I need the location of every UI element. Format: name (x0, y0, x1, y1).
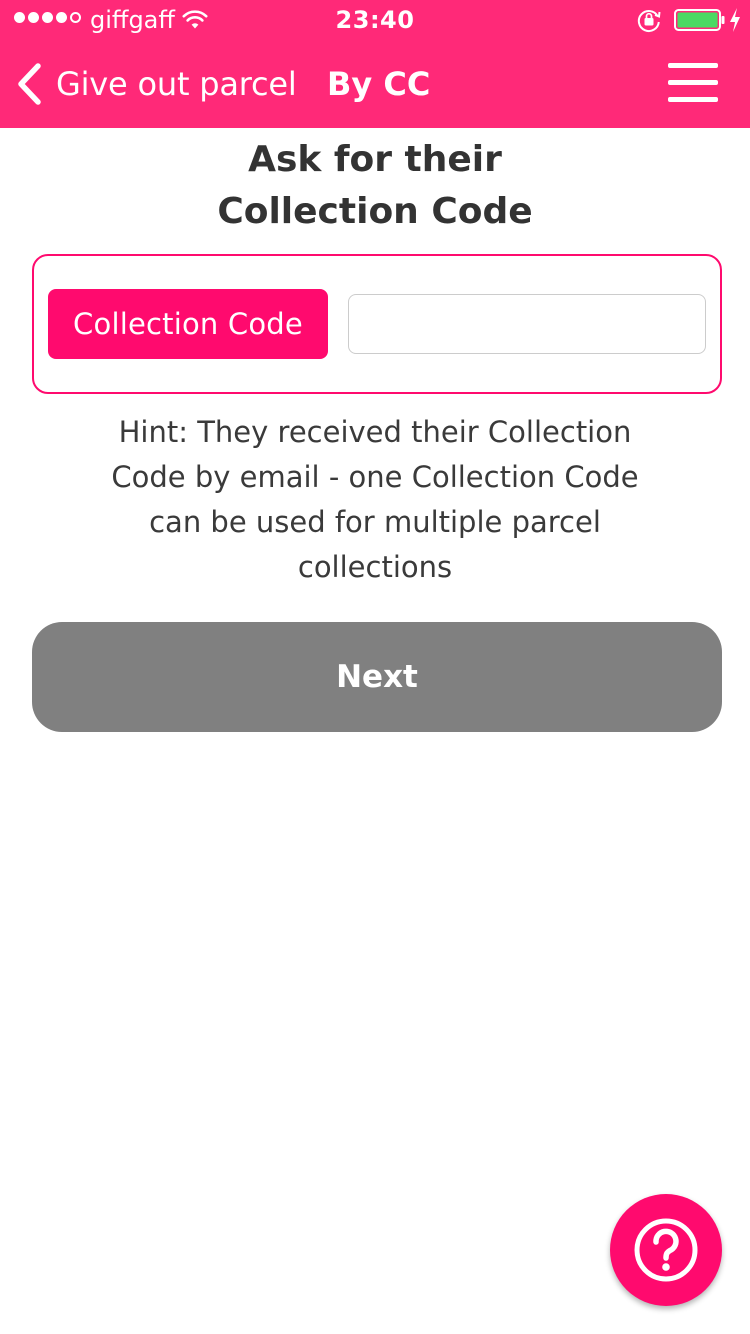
status-bar: giffgaff 23:40 (0, 0, 750, 40)
back-button[interactable]: Give out parcel (14, 40, 297, 128)
charging-icon (730, 8, 740, 32)
menu-line (668, 80, 718, 85)
battery-icon (674, 9, 725, 31)
hint-text: Hint: They received their Collection Cod… (111, 415, 639, 584)
collection-code-card: Collection Code (32, 254, 722, 394)
next-button[interactable]: Next (32, 622, 722, 732)
help-button[interactable] (610, 1194, 722, 1306)
app-header: giffgaff 23:40 Give out parcel By CC (0, 0, 750, 128)
page-title-line-1: Ask for their (248, 139, 502, 180)
menu-line (668, 97, 718, 102)
chevron-left-icon (18, 63, 41, 105)
menu-line (668, 63, 718, 68)
page-title: Ask for their Collection Code (0, 134, 750, 238)
hamburger-menu-icon[interactable] (664, 59, 722, 109)
navigation-bar: Give out parcel By CC (0, 40, 750, 128)
collection-code-input[interactable] (348, 294, 706, 354)
page-title-line-2: Collection Code (217, 191, 533, 232)
back-label: Give out parcel (56, 65, 297, 103)
question-circle-icon (634, 1218, 698, 1282)
rotation-lock-icon (637, 10, 661, 32)
collection-code-label: Collection Code (48, 289, 328, 359)
page-header-title: By CC (327, 65, 431, 103)
